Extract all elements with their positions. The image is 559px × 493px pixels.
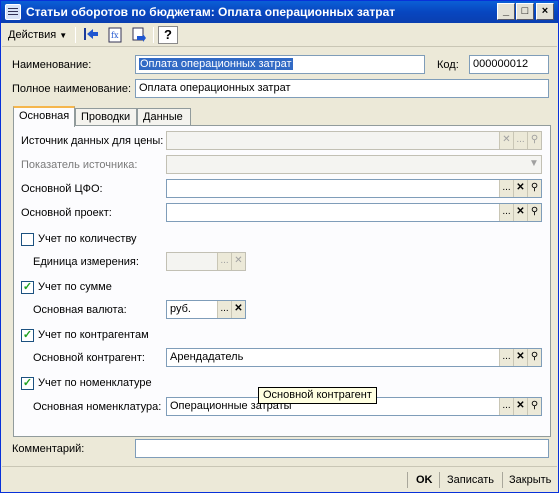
unit-clear-icon[interactable]: ✕ xyxy=(231,253,245,270)
qty-checkbox[interactable] xyxy=(21,233,34,246)
code-label: Код: xyxy=(437,59,459,71)
cfo-label: Основной ЦФО: xyxy=(21,183,103,195)
minimize-button[interactable]: _ xyxy=(497,3,515,20)
full-name-label: Полное наименование: xyxy=(12,83,132,95)
cfo-input[interactable]: ... ✕ ⚲ xyxy=(166,179,542,198)
project-label: Основной проект: xyxy=(21,207,112,219)
ok-button[interactable]: OK xyxy=(416,472,433,488)
counterparty-clear-icon[interactable]: ✕ xyxy=(513,349,527,366)
close-form-button[interactable]: Закрыть xyxy=(509,472,551,488)
title-bar: Статьи оборотов по бюджетам: Оплата опер… xyxy=(1,1,558,23)
qty-check-label: Учет по количеству xyxy=(38,233,137,245)
dropdown-arrow-icon[interactable]: ▼ xyxy=(527,156,541,173)
actions-menu[interactable]: Действия ▼ xyxy=(8,26,67,44)
price-source-clear-icon[interactable]: ✕ xyxy=(499,132,513,149)
nomenclature-clear-icon[interactable]: ✕ xyxy=(513,398,527,415)
swap-arrows-icon[interactable] xyxy=(129,26,149,44)
project-search-icon[interactable]: ⚲ xyxy=(527,204,541,221)
unit-select-button[interactable]: ... xyxy=(217,253,231,270)
tooltip: Основной контрагент xyxy=(258,387,377,404)
currency-select-button[interactable]: ... xyxy=(217,301,231,318)
source-indicator-select[interactable]: ▼ xyxy=(166,155,542,174)
full-name-input[interactable]: Оплата операционных затрат xyxy=(135,79,549,98)
currency-label: Основная валюта: xyxy=(33,304,127,316)
price-source-select-button[interactable]: ... xyxy=(513,132,527,149)
counterparty-check-label: Учет по контрагентам xyxy=(38,329,149,341)
comment-input[interactable] xyxy=(135,439,549,458)
counterparty-input[interactable]: Арендадатель ... ✕ ⚲ xyxy=(166,348,542,367)
nomenclature-checkbox[interactable]: ✓ xyxy=(21,377,34,390)
comment-label: Комментарий: xyxy=(12,443,85,455)
unit-label: Единица измерения: xyxy=(33,256,139,268)
actions-menu-label: Действия xyxy=(8,29,57,41)
help-icon[interactable]: ? xyxy=(158,26,178,44)
toolbar: Действия ▼ fx ? xyxy=(2,23,557,47)
tab-postings[interactable]: Проводки xyxy=(75,108,137,126)
cfo-select-button[interactable]: ... xyxy=(499,180,513,197)
maximize-button[interactable]: □ xyxy=(516,3,534,20)
close-button[interactable]: × xyxy=(536,3,554,20)
unit-input[interactable]: ... ✕ xyxy=(166,252,246,271)
nomenclature-select-button[interactable]: ... xyxy=(499,398,513,415)
sum-check-label: Учет по сумме xyxy=(38,281,112,293)
currency-clear-icon[interactable]: ✕ xyxy=(231,301,245,318)
counterparty-label: Основной контрагент: xyxy=(33,352,145,364)
name-label: Наименование: xyxy=(12,59,92,71)
price-source-input[interactable]: ... ⚲ ✕ xyxy=(166,131,542,150)
bottom-bar: OK Записать Закрыть xyxy=(2,466,557,492)
code-input[interactable]: 000000012 xyxy=(469,55,549,74)
tab-main[interactable]: Основная xyxy=(13,106,75,127)
cfo-search-icon[interactable]: ⚲ xyxy=(527,180,541,197)
name-input-value: Оплата операционных затрат xyxy=(139,58,293,70)
project-input[interactable]: ... ✕ ⚲ xyxy=(166,203,542,222)
price-source-search-icon[interactable]: ⚲ xyxy=(527,132,541,149)
name-input[interactable]: Оплата операционных затрат xyxy=(135,55,425,74)
nomenclature-check-label: Учет по номенклатуре xyxy=(38,377,152,389)
document-formula-icon[interactable]: fx xyxy=(105,26,125,44)
source-indicator-label: Показатель источника: xyxy=(21,159,138,171)
tab-data[interactable]: Данные xyxy=(137,108,191,126)
window-title: Статьи оборотов по бюджетам: Оплата опер… xyxy=(26,5,396,19)
form-window: Статьи оборотов по бюджетам: Оплата опер… xyxy=(0,0,559,493)
nomenclature-search-icon[interactable]: ⚲ xyxy=(527,398,541,415)
svg-text:fx: fx xyxy=(111,31,119,40)
app-icon xyxy=(5,4,21,20)
counterparty-checkbox[interactable]: ✓ xyxy=(21,329,34,342)
counterparty-search-icon[interactable]: ⚲ xyxy=(527,349,541,366)
sum-checkbox[interactable]: ✓ xyxy=(21,281,34,294)
arrow-left-blue-icon[interactable] xyxy=(81,26,101,44)
currency-input[interactable]: руб. ... ✕ xyxy=(166,300,246,319)
project-clear-icon[interactable]: ✕ xyxy=(513,204,527,221)
counterparty-select-button[interactable]: ... xyxy=(499,349,513,366)
nomenclature-label: Основная номенклатура: xyxy=(33,401,162,413)
price-source-label: Источник данных для цены: xyxy=(21,135,164,147)
save-button[interactable]: Записать xyxy=(447,472,494,488)
cfo-clear-icon[interactable]: ✕ xyxy=(513,180,527,197)
project-select-button[interactable]: ... xyxy=(499,204,513,221)
chevron-down-icon: ▼ xyxy=(59,31,68,40)
